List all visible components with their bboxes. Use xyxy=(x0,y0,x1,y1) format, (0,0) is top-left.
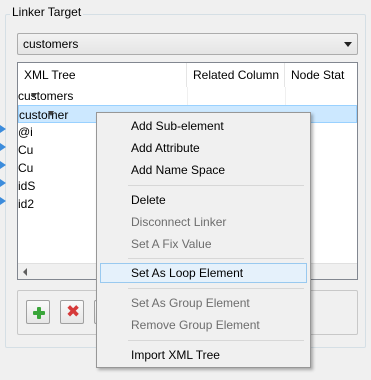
xml-tree-header: XML Tree Related Column Node Stat xyxy=(18,63,357,87)
tree-row-label: id2 xyxy=(18,197,35,211)
column-header-node-status[interactable]: Node Stat xyxy=(285,63,357,87)
linker-target-title: Linker Target xyxy=(10,5,84,19)
link-marker-icon xyxy=(0,197,6,205)
menu-item-delete[interactable]: Delete xyxy=(100,190,307,210)
tree-row-label: idS xyxy=(18,179,36,193)
context-menu: Add Sub-element Add Attribute Add Name S… xyxy=(96,112,311,368)
menu-item-import-xml-tree[interactable]: Import XML Tree xyxy=(100,345,307,365)
menu-item-add-sub-element[interactable]: Add Sub-element xyxy=(100,116,307,136)
menu-item-set-as-loop-element[interactable]: Set As Loop Element xyxy=(100,263,307,283)
menu-item-set-as-group-element[interactable]: Set As Group Element xyxy=(100,293,307,313)
link-marker-icon xyxy=(0,161,6,169)
menu-separator xyxy=(128,340,304,341)
delete-x-icon: ✖ xyxy=(66,302,81,321)
link-marker-icon xyxy=(0,179,6,187)
expand-arrow-icon[interactable] xyxy=(48,111,54,116)
menu-separator xyxy=(128,185,304,186)
target-table-dropdown[interactable]: customers xyxy=(17,33,358,55)
tree-row-label: customers xyxy=(18,89,74,103)
menu-item-disconnect-linker[interactable]: Disconnect Linker xyxy=(100,212,307,232)
menu-item-add-name-space[interactable]: Add Name Space xyxy=(100,160,307,180)
tree-row-label: customer xyxy=(19,108,69,122)
menu-item-add-attribute[interactable]: Add Attribute xyxy=(100,138,307,158)
link-marker-icon xyxy=(0,143,6,151)
menu-separator xyxy=(128,258,304,259)
menu-item-set-fix-value[interactable]: Set A Fix Value xyxy=(100,234,307,254)
expand-arrow-icon[interactable] xyxy=(31,93,37,98)
add-button[interactable] xyxy=(26,300,50,324)
menu-separator xyxy=(128,288,304,289)
chevron-down-icon[interactable] xyxy=(344,42,352,47)
menu-item-remove-group-element[interactable]: Remove Group Element xyxy=(100,315,307,335)
target-table-value: customers xyxy=(23,37,79,51)
column-header-xml-tree[interactable]: XML Tree xyxy=(18,63,187,87)
scroll-left-arrow-icon[interactable] xyxy=(23,268,27,276)
remove-button[interactable]: ✖ xyxy=(60,300,84,324)
plus-icon xyxy=(37,307,41,319)
tree-row-label: Cu xyxy=(18,143,34,157)
link-marker-icon xyxy=(0,125,6,133)
tree-row-label: @i xyxy=(18,125,33,139)
tree-row-customers-root[interactable]: customers xyxy=(18,87,357,105)
tree-row-label: Cu xyxy=(18,161,34,175)
column-header-related-column[interactable]: Related Column xyxy=(187,63,285,87)
